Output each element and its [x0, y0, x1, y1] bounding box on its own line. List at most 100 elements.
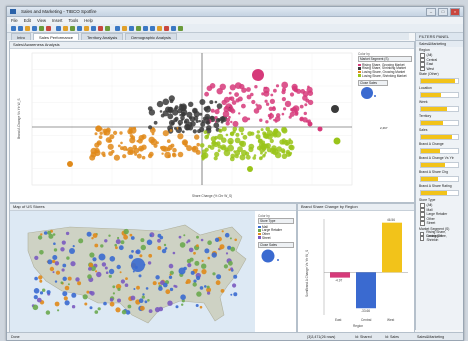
checkbox-icon[interactable] — [420, 221, 425, 226]
toolbar-button-icon[interactable] — [32, 25, 37, 31]
store-marker — [115, 307, 121, 313]
store-marker — [201, 269, 207, 275]
tab-intro[interactable]: Intro — [11, 33, 32, 40]
scatter-point — [289, 92, 295, 97]
scatter-point — [194, 134, 200, 140]
store-marker — [215, 280, 221, 286]
toolbar-button-icon[interactable] — [122, 25, 127, 31]
range-filter-slider[interactable] — [420, 162, 459, 168]
tab-demographic-analysis[interactable]: Demographic Analysis — [125, 33, 177, 40]
menu-help[interactable]: Help — [84, 17, 93, 24]
toolbar-button-icon[interactable] — [98, 25, 103, 31]
filter-checkbox[interactable]: Losing Share, Shrinkin — [416, 234, 463, 243]
checkbox-label: Losing Share, Shrinkin — [426, 234, 447, 243]
toolbar-button-icon[interactable] — [171, 25, 176, 31]
toolbar-button-icon[interactable] — [11, 25, 16, 31]
range-filter-slider[interactable] — [420, 190, 459, 196]
scatter-point — [168, 119, 175, 126]
app-icon — [10, 9, 16, 14]
scatter-point — [271, 132, 276, 137]
toolbar-button-icon[interactable] — [18, 25, 23, 31]
legend-swatch — [258, 232, 261, 236]
maximize-button[interactable]: □ — [438, 8, 448, 16]
store-marker — [94, 310, 99, 314]
close-button[interactable]: × — [450, 8, 460, 16]
bar-chart[interactable]: -4.97 East -33.66 Central 46.56 West SumBrand … — [298, 211, 414, 332]
toolbar-button-icon[interactable] — [56, 25, 61, 31]
range-filter-slider[interactable] — [420, 92, 459, 98]
toolbar-button-icon[interactable] — [157, 25, 162, 31]
scatter-point — [177, 133, 184, 140]
toolbar-button-icon[interactable] — [143, 25, 148, 31]
store-marker — [158, 286, 163, 291]
range-filter-slider[interactable] — [420, 120, 459, 126]
scatter-point — [89, 154, 96, 161]
map-color-by-select[interactable]: Store Type — [258, 218, 294, 224]
scatter-point — [234, 137, 241, 144]
filters-header: FILTERS PANEL — [416, 33, 463, 41]
checkbox-icon[interactable] — [420, 236, 425, 241]
minimize-button[interactable]: – — [426, 8, 436, 16]
store-marker — [34, 276, 38, 281]
legend-swatch — [358, 74, 361, 77]
scatter-point — [259, 118, 263, 122]
scatter-point — [203, 106, 209, 112]
scatter-color-by-select[interactable]: Market Segment (S) — [358, 56, 412, 62]
toolbar-button-icon[interactable] — [46, 25, 51, 31]
scatter-plot[interactable]: Share Change (% Chr W_S) Brand A Change V… — [10, 49, 414, 202]
toolbar-button-icon[interactable] — [178, 25, 183, 31]
menu-tools[interactable]: Tools — [68, 17, 78, 24]
store-marker — [196, 235, 199, 239]
scatter-point — [264, 134, 269, 139]
legend-item[interactable]: Losing Share, Shrinking Market — [358, 74, 412, 78]
toolbar-button-icon[interactable] — [70, 25, 75, 31]
toolbar-button-icon[interactable] — [77, 25, 82, 31]
checkbox-icon[interactable] — [420, 66, 425, 71]
range-filter-slider[interactable] — [420, 148, 459, 154]
toolbar-button-icon[interactable] — [84, 25, 89, 31]
toolbar-button-icon[interactable] — [39, 25, 44, 31]
tab-territory-analysis[interactable]: Territory Analysis — [81, 33, 124, 40]
scatter-point — [245, 154, 251, 160]
toolbar-button-icon[interactable] — [115, 25, 120, 31]
bar-title: Brand Share Change by Region — [298, 204, 414, 211]
scatter-point — [265, 102, 270, 106]
store-marker — [163, 282, 168, 288]
map-legend-item[interactable]: Street — [258, 236, 294, 240]
toolbar-button-icon[interactable] — [129, 25, 134, 31]
tab-sales-performance[interactable]: Sales Performance — [33, 33, 80, 40]
store-marker — [62, 291, 68, 297]
range-filter-slider[interactable] — [420, 78, 459, 84]
us-store-map[interactable] — [10, 211, 296, 332]
scatter-point — [209, 83, 216, 89]
toolbar-button-icon[interactable] — [136, 25, 141, 31]
store-marker — [125, 277, 128, 280]
store-marker — [49, 266, 55, 272]
range-filter-slider[interactable] — [420, 134, 459, 140]
scatter-point — [98, 135, 103, 139]
scatter-point — [179, 113, 182, 117]
store-marker — [118, 245, 124, 251]
toolbar-button-icon[interactable] — [164, 25, 169, 31]
toolbar-button-icon[interactable] — [105, 25, 110, 31]
menu-file[interactable]: File — [11, 17, 18, 24]
menu-insert[interactable]: Insert — [52, 17, 62, 24]
toolbar-button-icon[interactable] — [150, 25, 155, 31]
menu-edit[interactable]: Edit — [24, 17, 31, 24]
store-marker — [120, 240, 125, 245]
store-marker — [140, 244, 146, 251]
store-marker — [140, 238, 145, 243]
store-marker — [212, 272, 216, 276]
range-filter-slider[interactable] — [420, 176, 459, 182]
toolbar-button-icon[interactable] — [63, 25, 68, 31]
range-filter-slider[interactable] — [420, 106, 459, 112]
map-legend-rows: Mall Large Retailer Other Street — [258, 225, 294, 240]
store-marker — [52, 271, 55, 274]
status-filtered: Id: Sales — [385, 335, 399, 339]
toolbar-button-icon[interactable] — [91, 25, 96, 31]
scatter-point — [203, 130, 208, 134]
toolbar-button-icon[interactable] — [25, 25, 30, 31]
store-marker — [233, 292, 238, 297]
menu-view[interactable]: View — [37, 17, 46, 24]
scatter-point — [141, 155, 146, 160]
